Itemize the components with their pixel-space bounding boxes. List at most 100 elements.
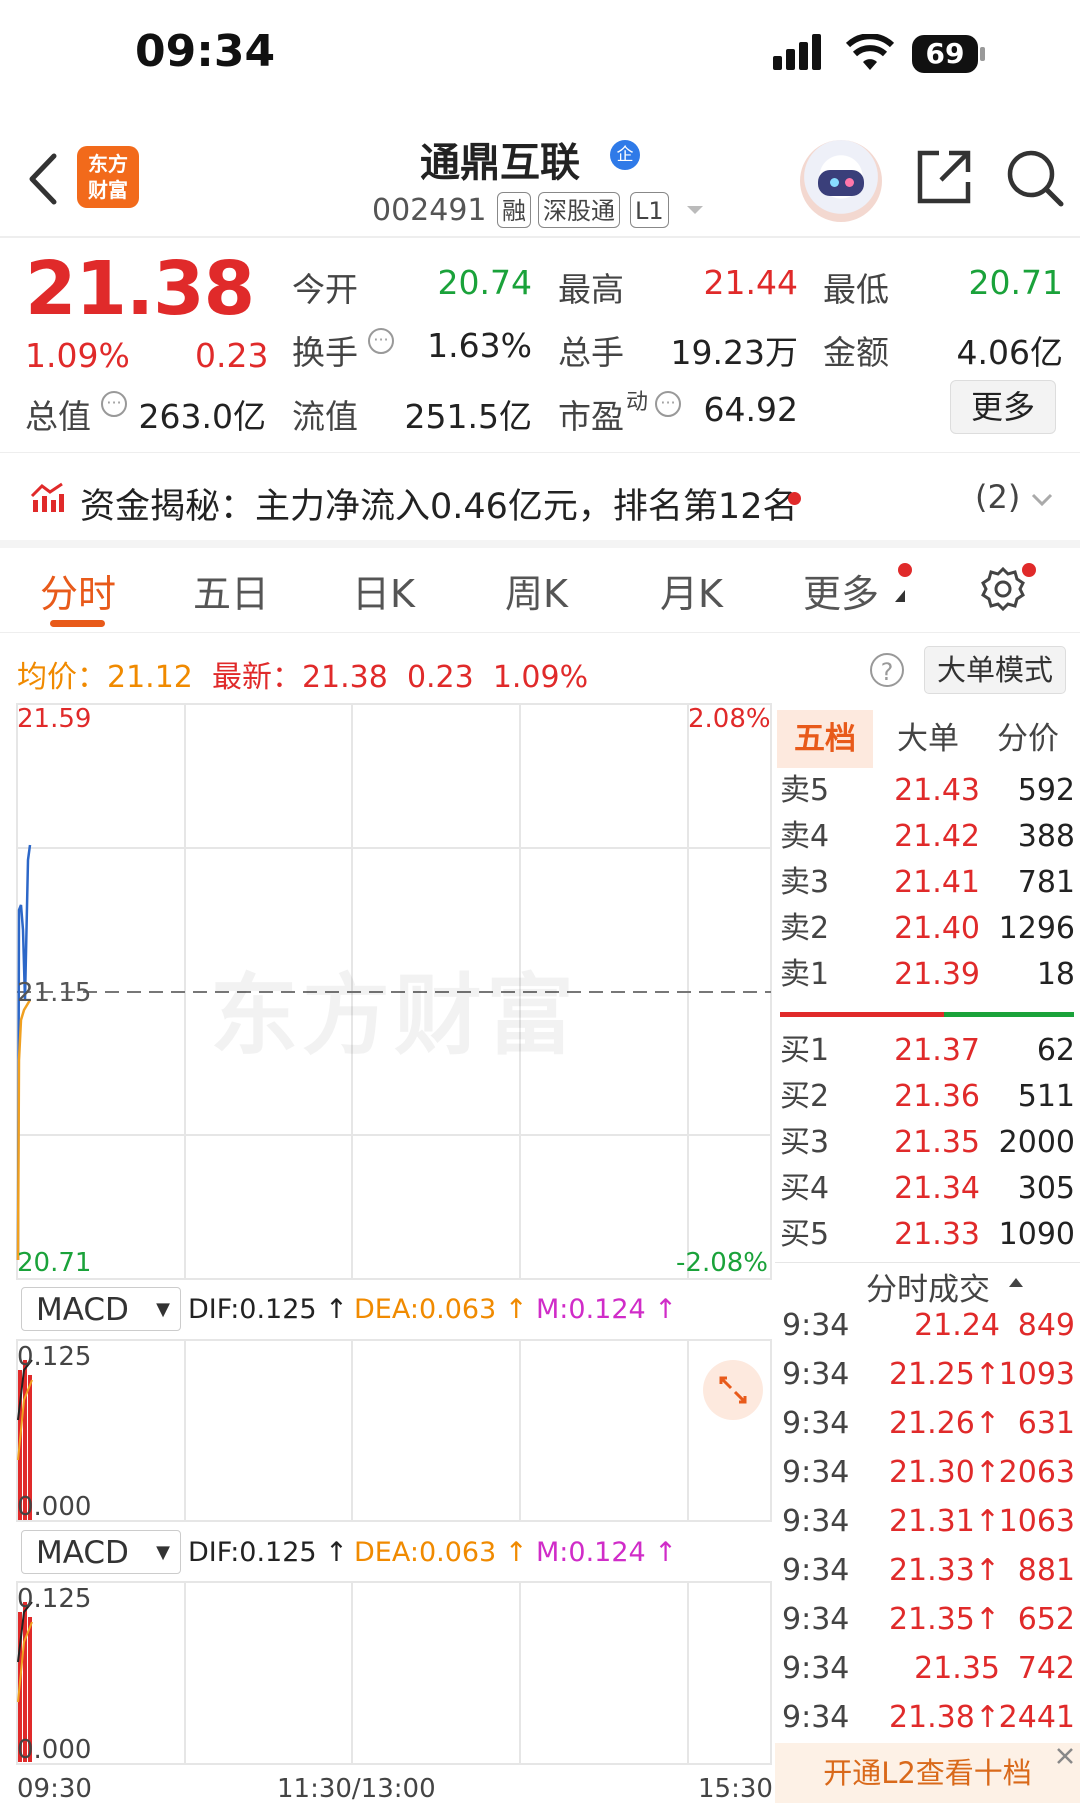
chevron-down-icon: ▼ (156, 1299, 170, 1320)
trade-row: 9:34 21.31↑ 1063 (780, 1500, 1075, 1544)
pct-axis-max: 2.08% (688, 704, 771, 734)
share-icon[interactable] (915, 148, 973, 206)
intraday-chart[interactable] (0, 700, 775, 1813)
trade-volume: 742 (1017, 1651, 1075, 1686)
app-logo: 东方 财富 (77, 146, 139, 208)
trade-volume: 1063 (998, 1504, 1075, 1539)
bid-volume: 1090 (998, 1217, 1075, 1252)
trade-time: 9:34 (782, 1308, 850, 1343)
chevron-down-icon[interactable] (685, 204, 705, 216)
assistant-eye (830, 178, 839, 187)
trade-price: 21.30↑ (888, 1455, 1000, 1490)
trade-time: 9:34 (782, 1455, 850, 1490)
chevron-down-icon: ▼ (156, 1542, 170, 1563)
change-percent: 1.09% (25, 336, 130, 375)
notification-dot (788, 492, 801, 505)
signal-icon (773, 34, 821, 70)
value-open: 20.74 (437, 263, 532, 302)
ask-price: 21.40 (894, 911, 980, 946)
big-order-mode-button[interactable]: 大单模式 (924, 646, 1066, 694)
macd-axis-top: 0.125 (17, 1584, 92, 1614)
fund-flow-text[interactable]: 资金揭秘：主力净流入0.46亿元，排名第12名 (80, 478, 797, 529)
bid-price: 21.37 (894, 1033, 980, 1068)
more-quote-button[interactable]: 更多 (950, 380, 1056, 434)
trade-row: 9:34 21.25↑ 1093 (780, 1353, 1075, 1397)
bid-label: 买3 (780, 1125, 830, 1160)
macd-dea: DEA:0.063 ↑ (354, 1537, 528, 1568)
change-value: 0.23 (195, 336, 269, 375)
ask-volume: 18 (1036, 957, 1075, 992)
fund-flow-count[interactable]: (2) (975, 478, 1020, 516)
ask-row: 卖2 21.40 1296 (780, 908, 1075, 950)
trade-volume: 881 (1017, 1553, 1075, 1588)
tab-monthly-k[interactable]: 月K (660, 563, 723, 618)
help-icon[interactable]: ? (870, 653, 904, 687)
trade-row: 9:34 21.38↑ 2441 (780, 1696, 1075, 1740)
trade-row: 9:34 21.35↑ 652 (780, 1598, 1075, 1642)
macd-selector[interactable]: MACD ▼ (21, 1287, 181, 1331)
trade-volume: 849 (1017, 1308, 1075, 1343)
bid-volume: 511 (1017, 1079, 1075, 1114)
tab-five-day[interactable]: 五日 (193, 563, 269, 618)
macd-selector[interactable]: MACD ▼ (21, 1530, 181, 1574)
tag-margin: 融 (497, 192, 531, 228)
ask-volume: 781 (1017, 865, 1075, 900)
back-icon[interactable] (26, 152, 60, 206)
more-dots-icon[interactable]: ··· (101, 391, 127, 417)
y-axis-min: 20.71 (17, 1248, 92, 1278)
bid-volume: 2000 (998, 1125, 1075, 1160)
trade-price: 21.26↑ (888, 1406, 1000, 1441)
latest-label: 最新： (211, 660, 302, 695)
orderbook-tabs: 五档 大单 分价 (775, 710, 1080, 768)
ask-row: 卖4 21.42 388 (780, 816, 1075, 858)
expand-button[interactable] (703, 1360, 763, 1420)
macd-dif: DIF:0.125 ↑ (188, 1294, 348, 1325)
trade-time: 9:34 (782, 1357, 850, 1392)
ask-label: 卖2 (780, 911, 830, 946)
tab-five-level[interactable]: 五档 (777, 710, 873, 768)
trade-time: 9:34 (782, 1504, 850, 1539)
y-axis-max: 21.59 (17, 704, 92, 734)
tab-weekly-k[interactable]: 周K (505, 563, 568, 618)
gear-icon[interactable] (980, 566, 1026, 612)
ask-volume: 388 (1017, 819, 1075, 854)
expand-icon (719, 1376, 747, 1404)
trade-row: 9:34 21.33↑ 881 (780, 1549, 1075, 1593)
macd-axis-bottom: 0.000 (17, 1492, 92, 1522)
chevron-down-icon[interactable] (1030, 492, 1054, 508)
ask-price: 21.43 (894, 773, 980, 808)
tab-big-order[interactable]: 大单 (880, 710, 976, 768)
trade-price: 21.24 (914, 1308, 1000, 1343)
tag-connect: 深股通 (538, 192, 620, 228)
trade-volume: 2441 (998, 1700, 1075, 1735)
tab-more[interactable]: 更多 (803, 563, 879, 618)
fund-flow-icon (30, 482, 64, 512)
more-dots-icon[interactable]: ··· (655, 391, 681, 417)
ask-label: 卖3 (780, 865, 830, 900)
search-icon[interactable] (1005, 148, 1065, 208)
trade-row: 9:34 21.24 849 (780, 1304, 1075, 1348)
avg-value: 21.12 (107, 660, 193, 695)
close-icon[interactable] (1055, 1746, 1075, 1766)
chevron-up-icon[interactable] (1008, 1276, 1024, 1288)
ask-price: 21.42 (894, 819, 980, 854)
label-amount: 金额 (823, 333, 889, 372)
ask-row: 卖3 21.41 781 (780, 862, 1075, 904)
tab-price-dist[interactable]: 分价 (980, 710, 1076, 768)
tabs-divider (0, 632, 1080, 633)
bid-row: 买4 21.34 305 (780, 1168, 1075, 1210)
macd-selector-label: MACD (36, 1535, 129, 1571)
more-dots-icon[interactable]: ··· (368, 328, 394, 354)
bid-row: 买5 21.33 1090 (780, 1214, 1075, 1256)
label-volume: 总手 (558, 333, 624, 372)
l2-upgrade-banner[interactable]: 开通L2查看十档 (775, 1743, 1080, 1803)
tab-daily-k[interactable]: 日K (352, 563, 415, 618)
quote-divider (0, 452, 1080, 453)
tab-intraday[interactable]: 分时 (40, 563, 116, 618)
bid-row: 买1 21.37 62 (780, 1030, 1075, 1072)
macd-axis-bottom: 0.000 (17, 1735, 92, 1765)
trade-row: 9:34 21.30↑ 2063 (780, 1451, 1075, 1495)
ask-label: 卖5 (780, 773, 830, 808)
trades-title[interactable]: 分时成交 (866, 1264, 990, 1309)
value-market-cap: 263.0亿 (138, 397, 266, 436)
